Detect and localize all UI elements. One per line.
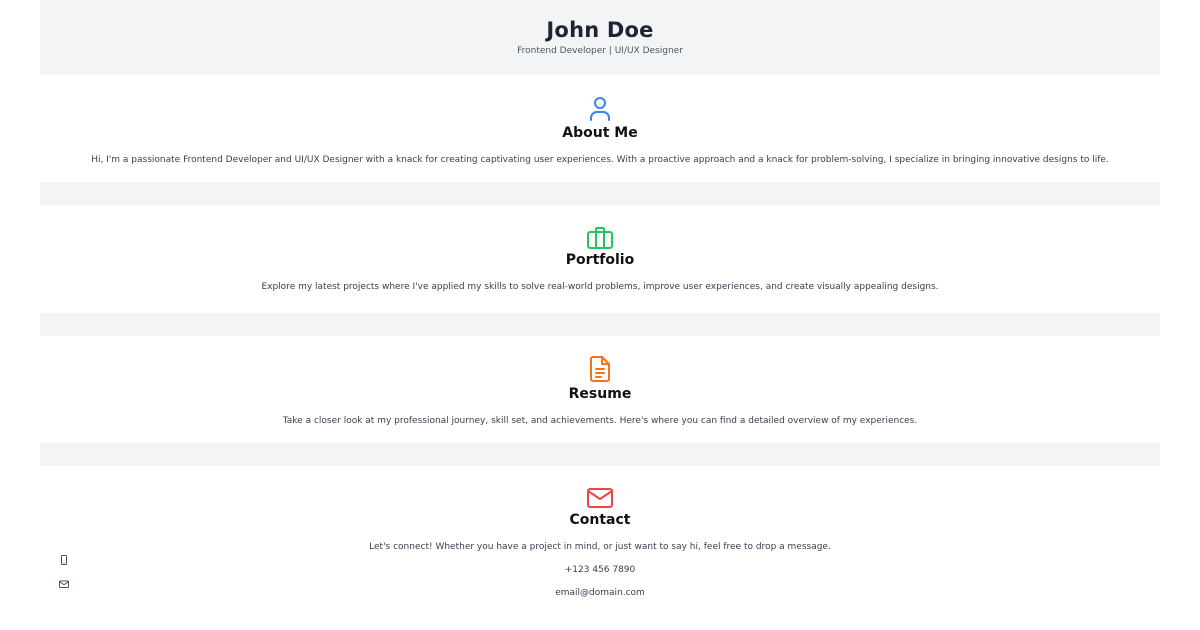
contact-section: Contact Let's connect! Whether you have … bbox=[40, 466, 1160, 630]
portfolio-text: Explore my latest projects where I've ap… bbox=[261, 282, 939, 292]
resume-section: Resume Take a closer look at my professi… bbox=[40, 336, 1160, 443]
about-section: About Me Hi, I'm a passionate Frontend D… bbox=[40, 75, 1160, 182]
page-title: John Doe bbox=[546, 18, 654, 42]
briefcase-icon bbox=[587, 227, 613, 249]
page-header: John Doe Frontend Developer | UI/UX Desi… bbox=[40, 0, 1160, 75]
about-text: Hi, I'm a passionate Frontend Developer … bbox=[91, 155, 1109, 165]
section-divider bbox=[40, 182, 1160, 205]
document-icon bbox=[590, 356, 610, 382]
contact-phone[interactable]: +123 456 7890 bbox=[40, 564, 1160, 576]
resume-title: Resume bbox=[568, 386, 632, 402]
section-divider bbox=[40, 443, 1160, 466]
contact-text: Let's connect! Whether you have a projec… bbox=[369, 542, 831, 552]
phone-icon bbox=[61, 555, 67, 565]
mail-icon bbox=[59, 580, 69, 588]
envelope-icon bbox=[587, 488, 613, 508]
contact-title: Contact bbox=[569, 512, 631, 528]
about-title: About Me bbox=[562, 125, 638, 141]
contact-email[interactable]: email@domain.com bbox=[40, 587, 1160, 599]
portfolio-section: Portfolio Explore my latest projects whe… bbox=[40, 205, 1160, 313]
user-icon bbox=[590, 97, 610, 121]
section-divider bbox=[40, 313, 1160, 336]
page-container: John Doe Frontend Developer | UI/UX Desi… bbox=[40, 0, 1160, 630]
portfolio-title: Portfolio bbox=[565, 252, 635, 268]
page-subtitle: Frontend Developer | UI/UX Designer bbox=[517, 46, 683, 56]
resume-text: Take a closer look at my professional jo… bbox=[282, 416, 918, 426]
